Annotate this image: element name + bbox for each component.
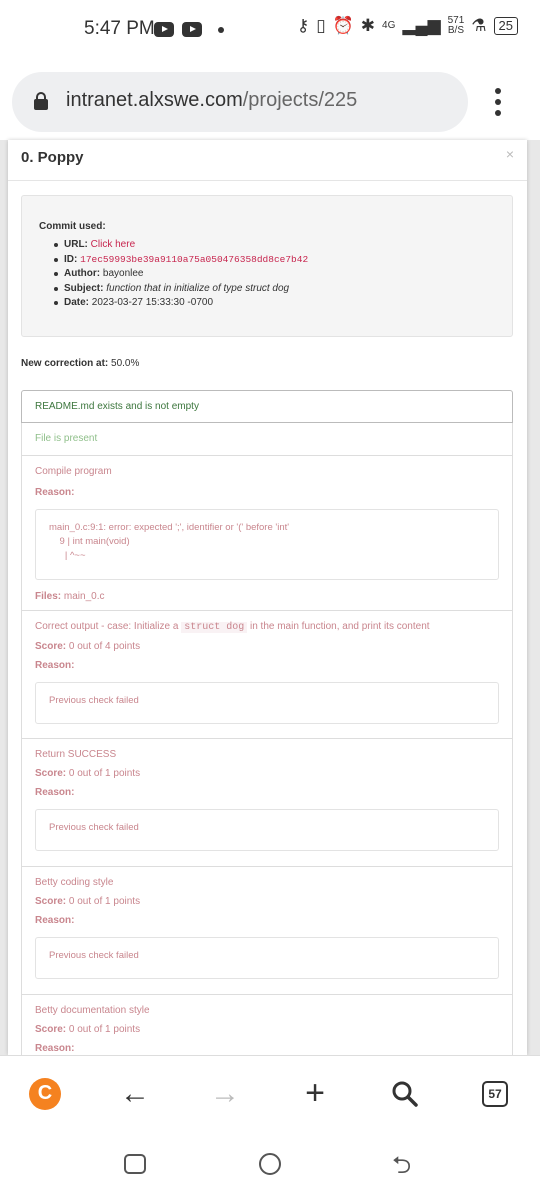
lock-icon[interactable]: [34, 92, 48, 110]
check-title: Compile program: [35, 466, 112, 477]
check-title: Betty coding style: [35, 877, 114, 888]
check-item: Betty coding style Score: 0 out of 1 poi…: [21, 867, 513, 995]
flask-icon: ⚗: [471, 16, 487, 35]
checks-list: README.md exists and is not empty File i…: [21, 390, 513, 1055]
alarm-icon: ⏰: [332, 16, 354, 35]
check-title: Betty documentation style: [35, 1005, 150, 1016]
score-label: Score: 0 out of 1 points: [35, 1024, 141, 1035]
close-icon[interactable]: ×: [506, 146, 514, 162]
check-item: File is present: [21, 423, 513, 456]
reason-label: Reason:: [35, 487, 75, 498]
commit-subject: Subject: function that in initialize of …: [54, 282, 495, 297]
plus-icon[interactable]: +: [298, 1056, 332, 1131]
forward-arrow-icon[interactable]: →: [208, 1056, 242, 1131]
back-icon[interactable]: ⮌: [392, 1148, 411, 1189]
tabs-icon[interactable]: 57: [480, 1056, 510, 1131]
commit-details: URL: Click here ID: 17ec59993be39a9110a7…: [39, 238, 495, 311]
reason-label: Reason:: [35, 660, 75, 671]
notification-dot-icon: [218, 27, 224, 33]
check-item: Correct output - case: Initialize a stru…: [21, 611, 513, 739]
reason-label: Reason:: [35, 1043, 75, 1054]
score-label: Score: 0 out of 1 points: [35, 896, 141, 907]
reason-label: Reason:: [35, 915, 75, 926]
commit-author: Author: bayonlee: [54, 267, 495, 282]
reason-box: main_0.c:9:1: error: expected ';', ident…: [35, 509, 499, 580]
commit-id-value: 17ec59993be39a9110a75a050476358dd8ce7b42: [80, 253, 309, 265]
network-speed: 571 B/S: [447, 15, 465, 36]
check-item: README.md exists and is not empty: [21, 390, 513, 423]
reason-box: Previous check failed: [35, 809, 499, 851]
status-bar: 5:47 PM ⚷ ▯ ⏰ ✱ 4G ▂▄▆ 571 B/S ⚗ 25: [0, 0, 540, 60]
modal-header: 0. Poppy ×: [8, 140, 527, 181]
check-item: Betty documentation style Score: 0 out o…: [21, 995, 513, 1055]
network-type: 4G: [382, 20, 396, 31]
check-title: File is present: [35, 433, 98, 444]
reason-box: Previous check failed: [35, 937, 499, 979]
modal-title: 0. Poppy: [21, 149, 84, 166]
browser-toolbar: C ← → + 57: [0, 1055, 540, 1130]
status-time: 5:47 PM: [84, 18, 155, 39]
commit-date: Date: 2023-03-27 15:33:30 -0700: [54, 296, 495, 311]
battery-icon: 25: [493, 17, 518, 35]
commit-url: URL: Click here: [54, 238, 495, 253]
commit-url-link[interactable]: Click here: [91, 239, 135, 250]
app-logo-icon[interactable]: C: [28, 1056, 62, 1131]
commit-id: ID: 17ec59993be39a9110a75a050476358dd8ce…: [54, 253, 495, 268]
menu-dots-icon[interactable]: [490, 88, 506, 116]
check-item: Compile program Reason: main_0.c:9:1: er…: [21, 456, 513, 611]
recents-icon[interactable]: [124, 1154, 146, 1174]
search-icon[interactable]: [388, 1056, 422, 1131]
check-title: README.md exists and is not empty: [35, 401, 199, 412]
reason-label: Reason:: [35, 787, 75, 798]
check-title: Return SUCCESS: [35, 749, 117, 760]
back-arrow-icon[interactable]: ←: [118, 1056, 152, 1131]
signal-icon: ▂▄▆: [402, 16, 441, 35]
vibrate-icon: ▯: [316, 16, 326, 35]
reason-box: Previous check failed: [35, 682, 499, 724]
youtube-icon: [182, 22, 202, 37]
correction-score: New correction at: 50.0%: [21, 358, 140, 369]
url-text[interactable]: intranet.alxswe.com/projects/225: [66, 89, 357, 112]
key-icon: ⚷: [296, 16, 310, 35]
score-label: Score: 0 out of 4 points: [35, 641, 141, 652]
bluetooth-icon: ✱: [360, 16, 376, 35]
check-item: Return SUCCESS Score: 0 out of 1 points …: [21, 739, 513, 867]
status-icons: ⚷ ▯ ⏰ ✱ 4G ▂▄▆ 571 B/S ⚗ 25: [297, 16, 518, 36]
address-bar[interactable]: intranet.alxswe.com/projects/225: [12, 72, 468, 132]
check-title: Correct output - case: Initialize a stru…: [35, 621, 430, 633]
score-label: Score: 0 out of 1 points: [35, 768, 141, 779]
home-icon[interactable]: [259, 1153, 281, 1175]
commit-heading: Commit used:: [39, 221, 106, 232]
commit-info: Commit used: URL: Click here ID: 17ec599…: [21, 195, 513, 337]
correction-modal: 0. Poppy × Commit used: URL: Click here …: [8, 140, 527, 1055]
files-label: Files: main_0.c: [35, 591, 105, 602]
youtube-icon: [154, 22, 174, 37]
